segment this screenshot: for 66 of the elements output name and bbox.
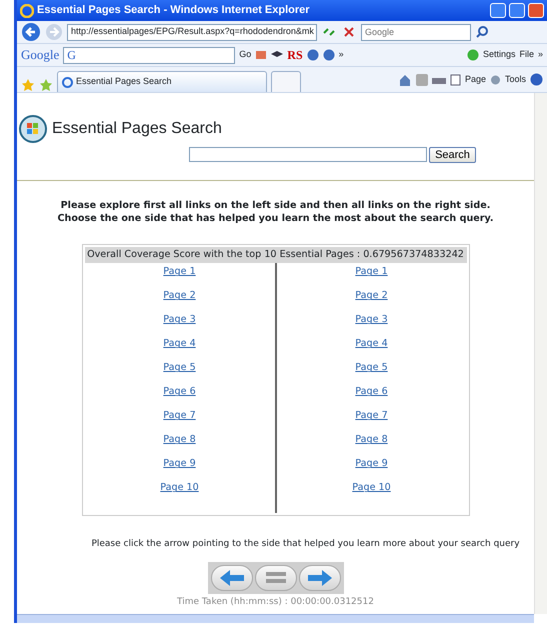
left-arrow-icon [218,568,246,587]
browser-icon [20,4,34,18]
google-logo: Google [21,46,60,64]
prompt-text: Please click the arrow pointing to the side that helped you learn more about your search query [91,538,520,552]
horizontal-scrollbar[interactable] [17,614,534,623]
tab-title: Essential Pages Search [76,75,172,88]
toolbar-search-field[interactable]: G [63,46,236,64]
page-link[interactable]: Page 4 [163,338,196,362]
instruction-text: Choose the one side that has helped you learn the most about the search query. [57,212,494,225]
instruction-text: Please explore first all links on the left side and then all links on the right side. [60,199,492,212]
url-text: http://essentialpages/EPG/Result.aspx?q=rhododendron&mk [71,25,314,38]
page-link[interactable]: Page 6 [355,386,388,410]
time-taken-text: Time Taken (hh:mm:ss) : 00:00:00.0312512 [177,596,374,609]
new-tab-button[interactable] [271,71,301,92]
search-button[interactable]: Search [429,147,476,163]
equal-icon [266,572,286,584]
window-title: Essential Pages Search - Windows Internet Explorer [37,3,311,18]
minimize-button[interactable] [490,3,506,18]
favorites-star-icon[interactable] [21,78,35,92]
settings-menu[interactable]: Settings [482,48,516,62]
page-heading: Essential Pages Search [52,119,222,139]
query-field[interactable] [189,147,428,162]
go-button[interactable]: Go [239,48,252,62]
vertical-scrollbar[interactable] [534,93,547,614]
left-vote-button[interactable] [210,564,252,591]
page-link[interactable]: Page 1 [355,266,388,290]
tools-menu[interactable]: Tools [504,72,526,86]
more-button[interactable]: » [338,48,344,62]
equal-vote-button[interactable] [254,564,296,591]
add-favorite-icon[interactable] [39,78,53,92]
page-link[interactable]: Page 3 [163,314,196,338]
page-link[interactable]: Page 5 [355,362,388,386]
page-link[interactable]: Page 9 [163,458,196,482]
page-link[interactable]: Page 7 [163,410,196,434]
search-icon[interactable] [475,25,489,39]
page-link[interactable]: Page 10 [160,482,199,506]
address-field[interactable]: http://essentialpages/EPG/Result.aspx?q=rhododendron&mk [67,24,317,40]
back-icon[interactable] [21,22,41,42]
page-link[interactable]: Page 10 [352,482,391,506]
score-header: Overall Coverage Score with the top 10 Essential Pages : 0.679567374833242 [84,247,466,264]
browser-icon [62,76,73,88]
browser-tab[interactable]: Essential Pages Search [57,71,267,92]
page-link[interactable]: Page 7 [355,410,388,434]
search-engine-letter: G [67,48,76,62]
right-vote-button[interactable] [298,564,340,591]
windows-logo-icon [19,115,47,143]
maximize-button[interactable] [509,3,525,18]
file-menu[interactable]: File [519,48,534,62]
status-dot-icon [466,49,479,61]
page-link[interactable]: Page 2 [163,290,196,314]
rs-button[interactable]: RS [287,46,303,64]
page-link[interactable]: Page 1 [163,266,196,290]
page-link[interactable]: Page 3 [355,314,388,338]
page-link[interactable]: Page 6 [163,386,196,410]
page-link[interactable]: Page 5 [163,362,196,386]
page-link[interactable]: Page 9 [355,458,388,482]
page-link[interactable]: Page 2 [355,290,388,314]
search-field[interactable]: Google [361,24,471,40]
page-link[interactable]: Page 8 [355,434,388,458]
page-menu[interactable]: Page [464,72,486,86]
home-icon[interactable] [398,72,412,86]
overflow-button[interactable]: » [538,48,543,62]
page-link[interactable]: Page 8 [163,434,196,458]
close-button[interactable] [528,3,544,18]
page-link[interactable]: Page 4 [355,338,388,362]
right-arrow-icon [306,568,334,587]
